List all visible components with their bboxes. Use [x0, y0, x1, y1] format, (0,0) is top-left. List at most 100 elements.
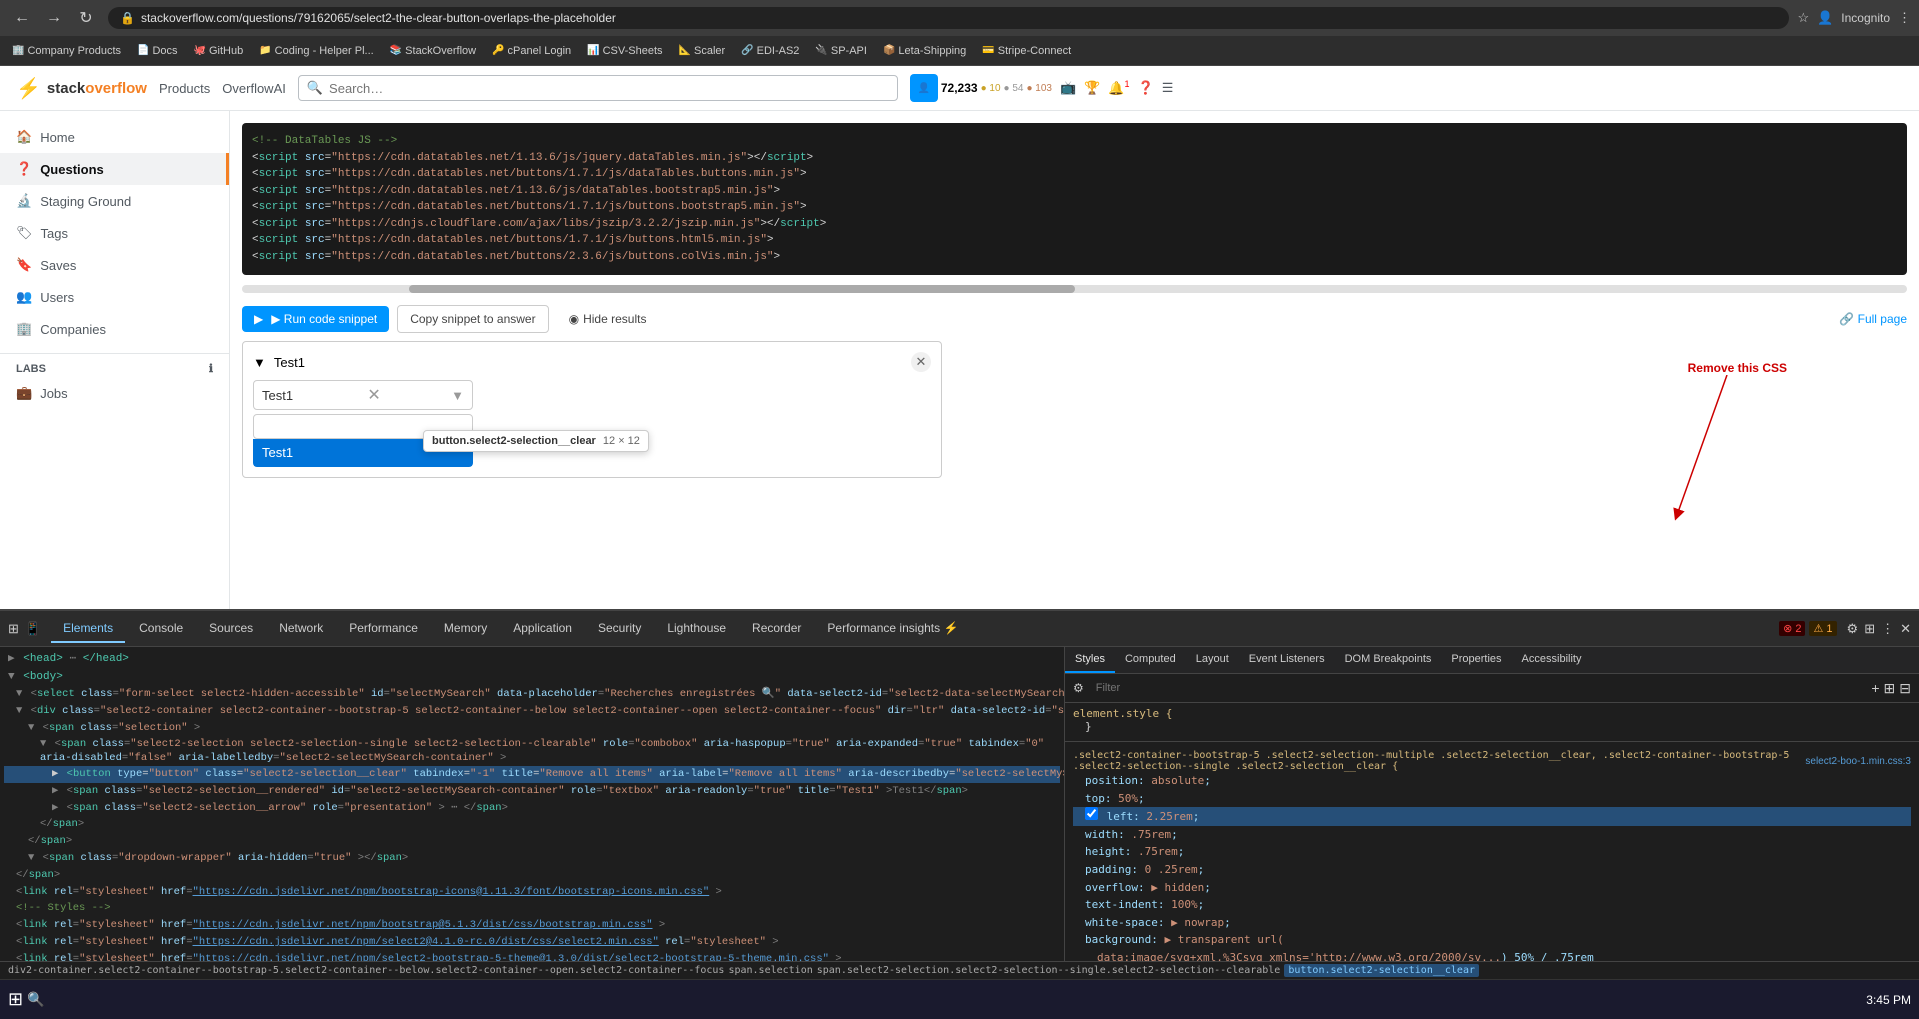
- devtools-dock-icon[interactable]: ⊞: [1864, 621, 1875, 637]
- breadcrumb-span-select2sel[interactable]: span.select2-selection.select2-selection…: [817, 965, 1281, 976]
- so-sidebar: 🏠 Home ❓ Questions 🔬 Staging Ground 🏷 Ta…: [0, 111, 230, 609]
- dom-line-button-clear[interactable]: ▶ <button type="button" class="select2-s…: [4, 766, 1060, 783]
- devtools-settings-icon[interactable]: ⚙: [1847, 621, 1859, 637]
- profile-icon[interactable]: 👤: [1817, 10, 1833, 26]
- user-avatar-rep[interactable]: 👤 72,233 ● 10 ● 54 ● 103: [910, 74, 1052, 102]
- demo-title-bar: ▼ Test1: [253, 355, 305, 370]
- bookmark-scaler[interactable]: 📐 Scaler: [675, 43, 730, 59]
- tab-sources[interactable]: Sources: [197, 615, 265, 643]
- select2-container[interactable]: Test1 ✕ ▼: [253, 380, 473, 410]
- bookmark-company-products[interactable]: 🏢 Company Products: [8, 43, 125, 59]
- breadcrumb-span-selection[interactable]: span.selection: [728, 965, 812, 976]
- tab-dom-breakpoints[interactable]: DOM Breakpoints: [1335, 647, 1442, 673]
- bookmark-github[interactable]: 🐙 GitHub: [190, 43, 248, 59]
- css-source-1[interactable]: select2-boo-1.min.css:3: [1805, 756, 1911, 767]
- trophy-icon[interactable]: 🏆: [1084, 80, 1100, 96]
- products-menu[interactable]: Products: [159, 81, 210, 96]
- sidebar-item-users[interactable]: 👥 Users: [0, 281, 229, 313]
- copy-snippet-button[interactable]: Copy snippet to answer: [397, 305, 548, 333]
- code-scrollbar[interactable]: [242, 285, 1907, 293]
- search-taskbar-icon[interactable]: 🔍: [27, 991, 44, 1008]
- devtools-more-icon[interactable]: ⋮: [1881, 621, 1894, 637]
- sidebar-item-companies[interactable]: 🏢 Companies: [0, 313, 229, 345]
- search-input[interactable]: [329, 81, 889, 96]
- bookmark-docs[interactable]: 📄 Docs: [133, 43, 182, 59]
- devtools-icon-mobile[interactable]: 📱: [25, 621, 41, 637]
- bookmark-shipping[interactable]: 📦 Leta-Shipping: [879, 43, 970, 59]
- tab-lighthouse[interactable]: Lighthouse: [655, 615, 738, 643]
- collapse-icon[interactable]: ▼: [253, 355, 266, 370]
- bookmark-csv[interactable]: 📊 CSV-Sheets: [583, 43, 666, 59]
- tab-recorder[interactable]: Recorder: [740, 615, 813, 643]
- devtools: ⊞ 📱 Elements Console Sources Network Per…: [0, 609, 1919, 1019]
- overflow-ai-menu[interactable]: OverflowAI: [222, 81, 286, 96]
- sidebar-item-staging[interactable]: 🔬 Staging Ground: [0, 185, 229, 217]
- demo-close-button[interactable]: ✕: [911, 352, 931, 372]
- sidebar-item-saves[interactable]: 🔖 Saves: [0, 249, 229, 281]
- bookmark-stripe[interactable]: 💳 Stripe-Connect: [978, 43, 1075, 59]
- expand-body[interactable]: ▼: [8, 671, 15, 683]
- questions-label: Questions: [40, 162, 104, 177]
- tab-performance-insights[interactable]: Performance insights ⚡: [815, 615, 970, 643]
- tab-application[interactable]: Application: [501, 615, 584, 643]
- breadcrumb-div2[interactable]: div2-container.select2-container--bootst…: [8, 965, 724, 976]
- error-icon: ⊗: [1783, 623, 1792, 635]
- fullpage-link[interactable]: 🔗 Full page: [1839, 312, 1907, 326]
- tab-elements[interactable]: Elements: [51, 615, 125, 643]
- windows-icon[interactable]: ⊞: [8, 989, 23, 1010]
- select2-clear-button[interactable]: ✕: [367, 385, 380, 405]
- expand-head[interactable]: ▶: [8, 653, 15, 665]
- tab-styles[interactable]: Styles: [1065, 647, 1115, 673]
- dom-line-span-rendered: ▶ <span class="select2-selection__render…: [4, 783, 1060, 800]
- sidebar-item-questions[interactable]: ❓ Questions: [0, 153, 229, 185]
- sidebar-item-tags[interactable]: 🏷 Tags: [0, 217, 229, 249]
- new-rule-icon[interactable]: +: [1871, 680, 1879, 696]
- tab-network[interactable]: Network: [267, 615, 335, 643]
- scrollbar-thumb[interactable]: [409, 285, 1075, 293]
- tab-event-listeners[interactable]: Event Listeners: [1239, 647, 1335, 673]
- sidebar-item-home[interactable]: 🏠 Home: [0, 121, 229, 153]
- bookmark-edi[interactable]: 🔗 EDI-AS2: [737, 43, 803, 59]
- hide-results-button[interactable]: ◉ Hide results: [557, 306, 659, 332]
- tab-security[interactable]: Security: [586, 615, 653, 643]
- tab-accessibility[interactable]: Accessibility: [1512, 647, 1592, 673]
- star-icon[interactable]: ☆: [1797, 10, 1809, 26]
- bookmark-cpanel[interactable]: 🔑 cPanel Login: [488, 43, 575, 59]
- annotation-text: Remove this CSS: [1667, 361, 1787, 375]
- inbox-icon[interactable]: 🔔1: [1108, 79, 1129, 96]
- forward-button[interactable]: →: [40, 4, 68, 32]
- dom-line-close-span1: </span>: [4, 867, 1060, 884]
- tv-icon[interactable]: 📺: [1060, 80, 1076, 96]
- search-bar[interactable]: 🔍: [298, 75, 898, 101]
- run-label: ▶ Run code snippet: [271, 312, 377, 326]
- so-logo-text: stackoverflow: [47, 80, 147, 97]
- tab-console[interactable]: Console: [127, 615, 195, 643]
- help-icon[interactable]: ❓: [1138, 80, 1154, 96]
- menu-icon[interactable]: ☰: [1162, 80, 1174, 96]
- address-bar[interactable]: 🔒 stackoverflow.com/questions/79162065/s…: [108, 7, 1789, 29]
- expand-icon[interactable]: ⊟: [1899, 680, 1911, 697]
- code-line-1: <script src="https://cdn.datatables.net/…: [252, 150, 1897, 167]
- sidebar-item-jobs[interactable]: 💼 Jobs: [16, 381, 213, 405]
- so-logo[interactable]: ⚡ stackoverflow: [16, 76, 147, 101]
- labs-info-icon[interactable]: ℹ: [209, 362, 213, 375]
- bookmark-sp-api[interactable]: 🔌 SP-API: [811, 43, 871, 59]
- tab-performance[interactable]: Performance: [337, 615, 430, 643]
- tab-computed[interactable]: Computed: [1115, 647, 1186, 673]
- refresh-button[interactable]: ↻: [72, 4, 100, 32]
- breadcrumb-button-clear[interactable]: button.select2-selection__clear: [1284, 964, 1479, 977]
- css-checkbox-left[interactable]: [1085, 807, 1098, 820]
- back-button[interactable]: ←: [8, 4, 36, 32]
- bookmark-coding[interactable]: 📁 Coding - Helper Pl...: [255, 43, 378, 59]
- devtools-close-icon[interactable]: ✕: [1900, 621, 1911, 637]
- more-options-icon[interactable]: ⊞: [1884, 680, 1896, 697]
- devtools-icon-inspect[interactable]: ⊞: [8, 621, 19, 637]
- tab-layout[interactable]: Layout: [1186, 647, 1239, 673]
- tab-memory[interactable]: Memory: [432, 615, 499, 643]
- bookmark-stackoverflow[interactable]: 📚 StackOverflow: [386, 43, 480, 59]
- styles-filter-input[interactable]: [1088, 678, 1868, 698]
- run-snippet-button[interactable]: ▶ ▶ Run code snippet: [242, 306, 389, 332]
- menu-icon[interactable]: ⋮: [1898, 10, 1911, 26]
- select2-value: Test1: [262, 388, 293, 403]
- tab-properties[interactable]: Properties: [1441, 647, 1511, 673]
